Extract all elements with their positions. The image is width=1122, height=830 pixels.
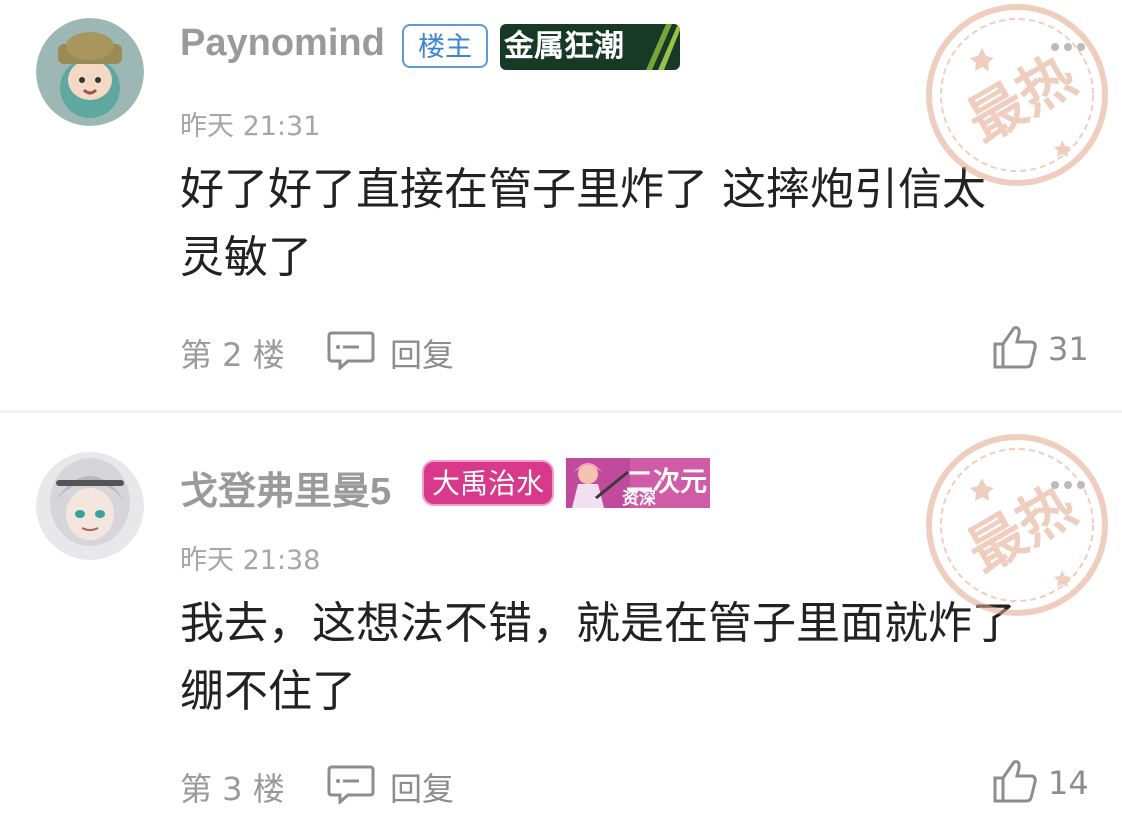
like-count: 14 xyxy=(1048,764,1089,802)
divider xyxy=(0,410,1122,413)
thumbs-up-icon[interactable] xyxy=(992,324,1038,370)
floor-label: 第 3 楼 xyxy=(180,770,285,808)
medal-badge[interactable]: 金属狂潮 xyxy=(500,24,680,70)
comment-text-line: 灵敏了 xyxy=(180,232,312,283)
avatar[interactable] xyxy=(36,452,144,560)
reply-button[interactable]: 回复 xyxy=(390,330,454,376)
avatar[interactable] xyxy=(36,18,144,126)
medal-stripe-icon xyxy=(646,24,680,70)
reply-button[interactable]: 回复 xyxy=(390,764,454,810)
floor-label: 第 2 楼 xyxy=(180,336,285,374)
reply-icon[interactable] xyxy=(326,330,376,370)
medal-badge[interactable]: 大禹治水 xyxy=(422,460,555,506)
anime-girl-icon xyxy=(566,458,630,508)
comment-text-line: 绷不住了 xyxy=(180,666,356,717)
comment-item: 戈登弗里曼5 大禹治水 二次元 资深 昨天 21:38 我去，这想法不错，就是在… xyxy=(0,414,1122,830)
hot-stamp: 最热 xyxy=(926,4,1108,186)
acg-badge[interactable]: 二次元 资深 xyxy=(566,458,710,508)
acg-badge-subtitle: 资深 xyxy=(622,489,656,508)
reply-icon[interactable] xyxy=(326,764,376,804)
timestamp: 昨天 21:31 xyxy=(180,111,321,142)
username[interactable]: 戈登弗里曼5 xyxy=(180,460,391,515)
comment-item: Paynomind 楼主 金属狂潮 昨天 21:31 好了好了直接在管子里炸了 … xyxy=(0,0,1122,410)
like-count: 31 xyxy=(1048,330,1089,368)
hot-stamp: 最热 xyxy=(926,434,1108,616)
username[interactable]: Paynomind xyxy=(180,22,385,65)
timestamp: 昨天 21:38 xyxy=(180,545,321,576)
thumbs-up-icon[interactable] xyxy=(992,758,1038,804)
host-badge: 楼主 xyxy=(402,24,488,68)
medal-badge-label: 金属狂潮 xyxy=(504,29,624,64)
